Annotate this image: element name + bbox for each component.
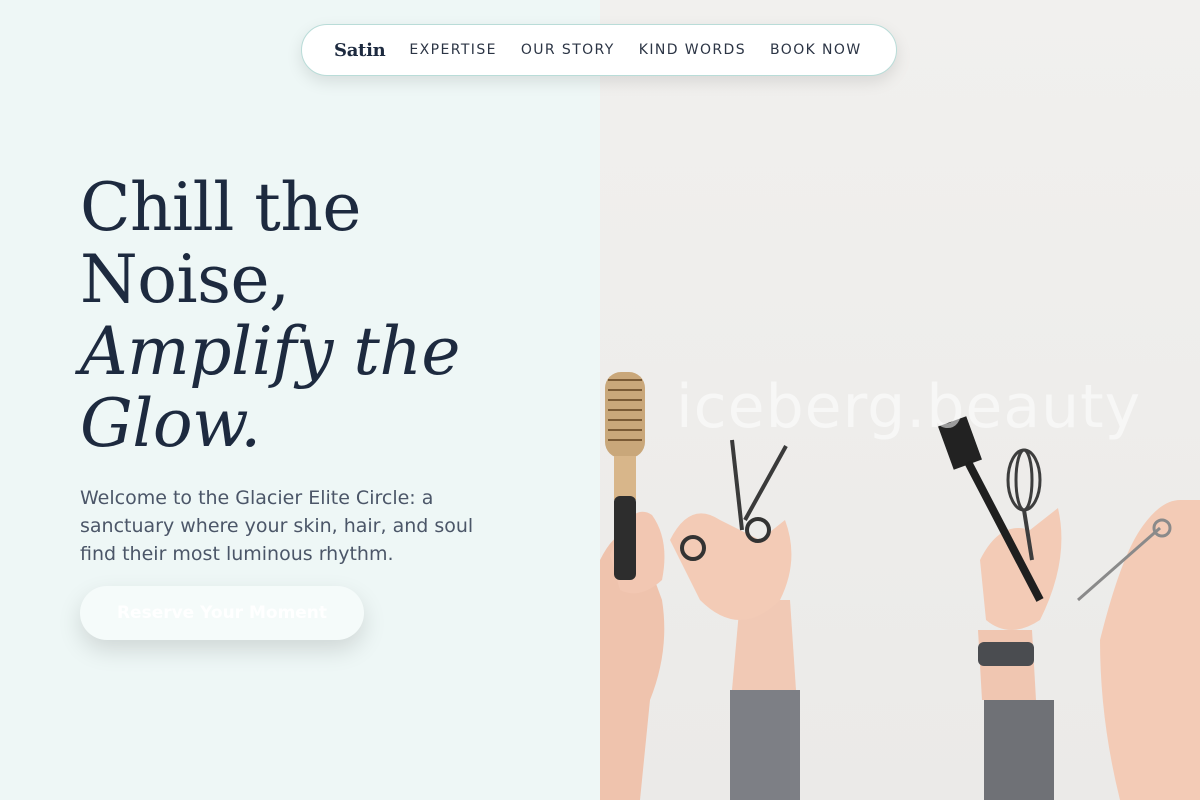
hand-with-scissors <box>670 439 800 800</box>
hero-photo: iceberg.beauty <box>600 0 1200 800</box>
hero-heading-line-4: Glow. <box>80 385 261 462</box>
reserve-moment-button[interactable]: Reserve Your Moment <box>80 586 364 640</box>
hand-with-small-scissors <box>1077 500 1200 800</box>
brand-logo[interactable]: Satin <box>334 40 386 61</box>
nav-link-book-now[interactable]: BOOK NOW <box>770 42 862 58</box>
hand-with-tint-brush-and-whisk <box>938 416 1062 800</box>
watermark-text: iceberg.beauty <box>676 372 1142 442</box>
hero-description: Welcome to the Glacier Elite Circle: a s… <box>80 487 474 565</box>
hero-heading-line-3: Amplify the <box>80 313 461 390</box>
hero-heading: Chill the Noise, Amplify the Glow. <box>80 169 461 462</box>
top-navbar: Satin EXPERTISE OUR STORY KIND WORDS BOO… <box>301 24 897 76</box>
nav-link-our-story[interactable]: OUR STORY <box>521 42 615 58</box>
hand-with-round-brush <box>600 372 665 800</box>
nav-link-expertise[interactable]: EXPERTISE <box>409 42 496 58</box>
hero-heading-line-2: Noise, <box>80 241 290 318</box>
hero-heading-line-1: Chill the <box>80 169 361 246</box>
nav-link-kind-words[interactable]: KIND WORDS <box>639 42 746 58</box>
